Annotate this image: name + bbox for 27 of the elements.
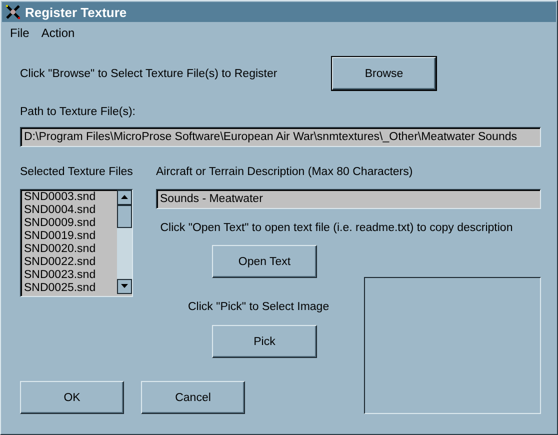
pick-hint: Click "Pick" to Select Image: [188, 301, 330, 313]
crossed-tools-icon: [5, 4, 21, 20]
open-text-hint: Click "Open Text" to open text file (i.e. readme.txt) to copy description: [160, 222, 513, 234]
file-list-item[interactable]: SND0023.snd: [24, 269, 117, 282]
menu-item[interactable]: File: [10, 26, 30, 40]
description-label: Aircraft or Terrain Description (Max 80 Characters): [156, 166, 414, 180]
file-list-item[interactable]: SND0020.snd: [24, 243, 117, 256]
description-field[interactable]: Sounds - Meatwater: [156, 189, 541, 209]
files-label: Selected Texture Files: [20, 166, 134, 180]
browse-button[interactable]: Browse: [332, 57, 436, 90]
window-title: Register Texture: [25, 4, 127, 20]
file-list-item[interactable]: SND0009.snd: [24, 217, 117, 230]
file-list[interactable]: SND0003.snd SND0004.snd SND0009.snd SND0019.snd SND0020.snd SND0022.snd SND0023.snd SND0025.snd: [20, 189, 133, 297]
file-list-item[interactable]: SND0003.snd: [24, 191, 117, 204]
dialog-button[interactable]: OK: [20, 381, 124, 414]
pick-button[interactable]: Pick: [212, 325, 317, 358]
menu-item[interactable]: Action: [41, 26, 75, 40]
path-field[interactable]: D:\Program Files\MicroProse Software\European Air War\snmtextures\_Other\Meatwater Sounds: [20, 127, 541, 147]
file-list-item[interactable]: SND0022.snd: [24, 256, 117, 269]
browse-hint: Click "Browse" to Select Texture File(s) to Register: [20, 68, 278, 80]
dialog-button[interactable]: Cancel: [141, 381, 245, 414]
path-label: Path to Texture File(s):: [20, 106, 136, 118]
file-list-item[interactable]: SND0004.snd: [24, 204, 117, 217]
scrollbar[interactable]: [117, 190, 132, 294]
file-list-item[interactable]: SND0025.snd: [24, 282, 117, 295]
file-list-item[interactable]: SND0019.snd: [24, 230, 117, 243]
open-text-button[interactable]: Open Text: [212, 245, 317, 278]
